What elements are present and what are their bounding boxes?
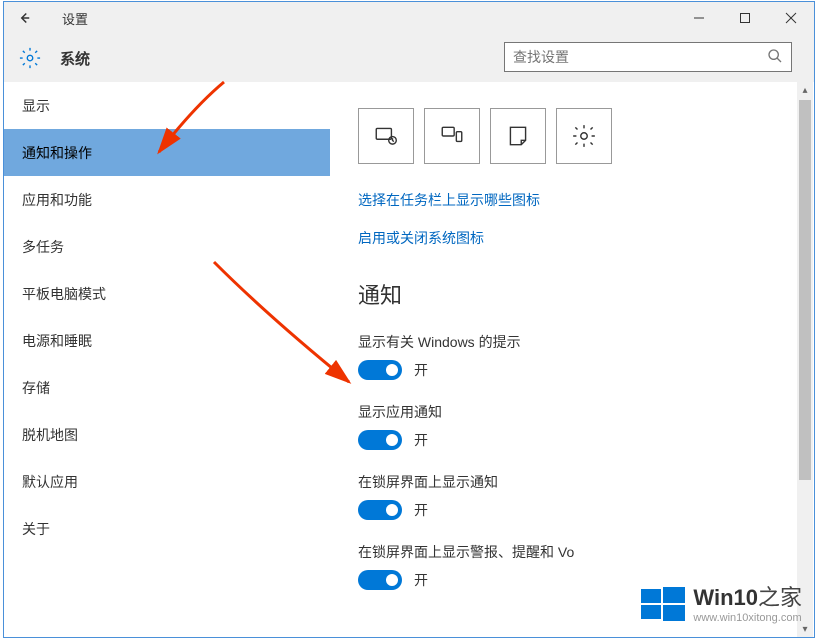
link-system-icons[interactable]: 启用或关闭系统图标	[358, 228, 777, 248]
sidebar-item-label: 显示	[22, 96, 50, 116]
gear-icon	[18, 46, 42, 70]
toggle-row-app-notifications: 显示应用通知 开	[358, 402, 777, 450]
toggle-state: 开	[414, 570, 428, 590]
page-title: 系统	[60, 48, 90, 69]
window-controls	[676, 2, 814, 34]
toggle-switch-lockscreen-alarms[interactable]	[358, 570, 402, 590]
toggle-row-lockscreen-notifications: 在锁屏界面上显示通知 开	[358, 472, 777, 520]
toggle-knob	[386, 364, 398, 376]
toggle-switch-lockscreen-notifications[interactable]	[358, 500, 402, 520]
toggle-knob	[386, 434, 398, 446]
minimize-button[interactable]	[676, 2, 722, 34]
sidebar-item-notifications[interactable]: 通知和操作	[4, 129, 330, 176]
content-area: 选择在任务栏上显示哪些图标 启用或关闭系统图标 通知 显示有关 Windows …	[330, 82, 805, 639]
sidebar-item-display[interactable]: 显示	[4, 82, 330, 129]
toggle-switch-windows-tips[interactable]	[358, 360, 402, 380]
link-taskbar-icons[interactable]: 选择在任务栏上显示哪些图标	[358, 190, 777, 210]
watermark: Win10之家 www.win10xitong.com	[639, 581, 802, 629]
tile-settings[interactable]	[556, 108, 612, 164]
watermark-url: www.win10xitong.com	[693, 612, 802, 626]
sidebar-item-apps[interactable]: 应用和功能	[4, 176, 330, 223]
close-icon	[785, 12, 797, 24]
sidebar-item-about[interactable]: 关于	[4, 505, 330, 552]
sidebar-item-offline-maps[interactable]: 脱机地图	[4, 411, 330, 458]
toggle-knob	[386, 504, 398, 516]
header: 系统	[4, 34, 814, 82]
note-icon	[505, 123, 531, 149]
settings-icon	[571, 123, 597, 149]
sidebar-item-power-sleep[interactable]: 电源和睡眠	[4, 317, 330, 364]
tile-tablet-mode[interactable]	[358, 108, 414, 164]
arrow-left-icon	[15, 9, 33, 27]
window-title: 设置	[62, 9, 88, 28]
maximize-button[interactable]	[722, 2, 768, 34]
minimize-icon	[693, 12, 705, 24]
sidebar-item-multitasking[interactable]: 多任务	[4, 223, 330, 270]
sidebar-item-label: 存储	[22, 378, 50, 398]
toggle-row-windows-tips: 显示有关 Windows 的提示 开	[358, 332, 777, 380]
search-icon	[767, 48, 783, 67]
sidebar-item-label: 电源和睡眠	[22, 331, 92, 351]
toggle-switch-app-notifications[interactable]	[358, 430, 402, 450]
sidebar: 显示 通知和操作 应用和功能 多任务 平板电脑模式 电源和睡眠 存储 脱机地图 …	[4, 82, 330, 639]
sidebar-item-label: 关于	[22, 519, 50, 539]
toggle-state: 开	[414, 430, 428, 450]
toggle-state: 开	[414, 500, 428, 520]
section-title-notifications: 通知	[358, 278, 777, 310]
quick-action-tiles	[358, 108, 777, 164]
close-button[interactable]	[768, 2, 814, 34]
tablet-icon	[373, 123, 399, 149]
toggle-label: 显示应用通知	[358, 402, 777, 422]
sidebar-item-label: 多任务	[22, 237, 64, 257]
win10-logo-icon	[639, 581, 687, 629]
scroll-arrow-up-icon[interactable]: ▴	[797, 82, 813, 98]
sidebar-item-label: 应用和功能	[22, 190, 92, 210]
toggle-state: 开	[414, 360, 428, 380]
sidebar-item-default-apps[interactable]: 默认应用	[4, 458, 330, 505]
search-box[interactable]	[504, 42, 792, 72]
toggle-knob	[386, 574, 398, 586]
toggle-label: 显示有关 Windows 的提示	[358, 332, 777, 352]
tile-connect[interactable]	[424, 108, 480, 164]
device-icon	[439, 123, 465, 149]
sidebar-item-label: 默认应用	[22, 472, 78, 492]
sidebar-item-storage[interactable]: 存储	[4, 364, 330, 411]
sidebar-item-label: 通知和操作	[22, 143, 92, 163]
sidebar-item-tablet-mode[interactable]: 平板电脑模式	[4, 270, 330, 317]
scroll-thumb[interactable]	[799, 100, 811, 480]
toggle-label: 在锁屏界面上显示警报、提醒和 Vo	[358, 542, 777, 562]
sidebar-item-label: 脱机地图	[22, 425, 78, 445]
maximize-icon	[739, 12, 751, 24]
sidebar-item-label: 平板电脑模式	[22, 284, 106, 304]
back-button[interactable]	[4, 2, 44, 34]
tile-note[interactable]	[490, 108, 546, 164]
search-input[interactable]	[513, 49, 767, 65]
titlebar: 设置	[4, 2, 814, 34]
vertical-scrollbar[interactable]: ▴ ▾	[797, 82, 813, 637]
watermark-brand: Win10之家	[693, 584, 802, 612]
toggle-label: 在锁屏界面上显示通知	[358, 472, 777, 492]
